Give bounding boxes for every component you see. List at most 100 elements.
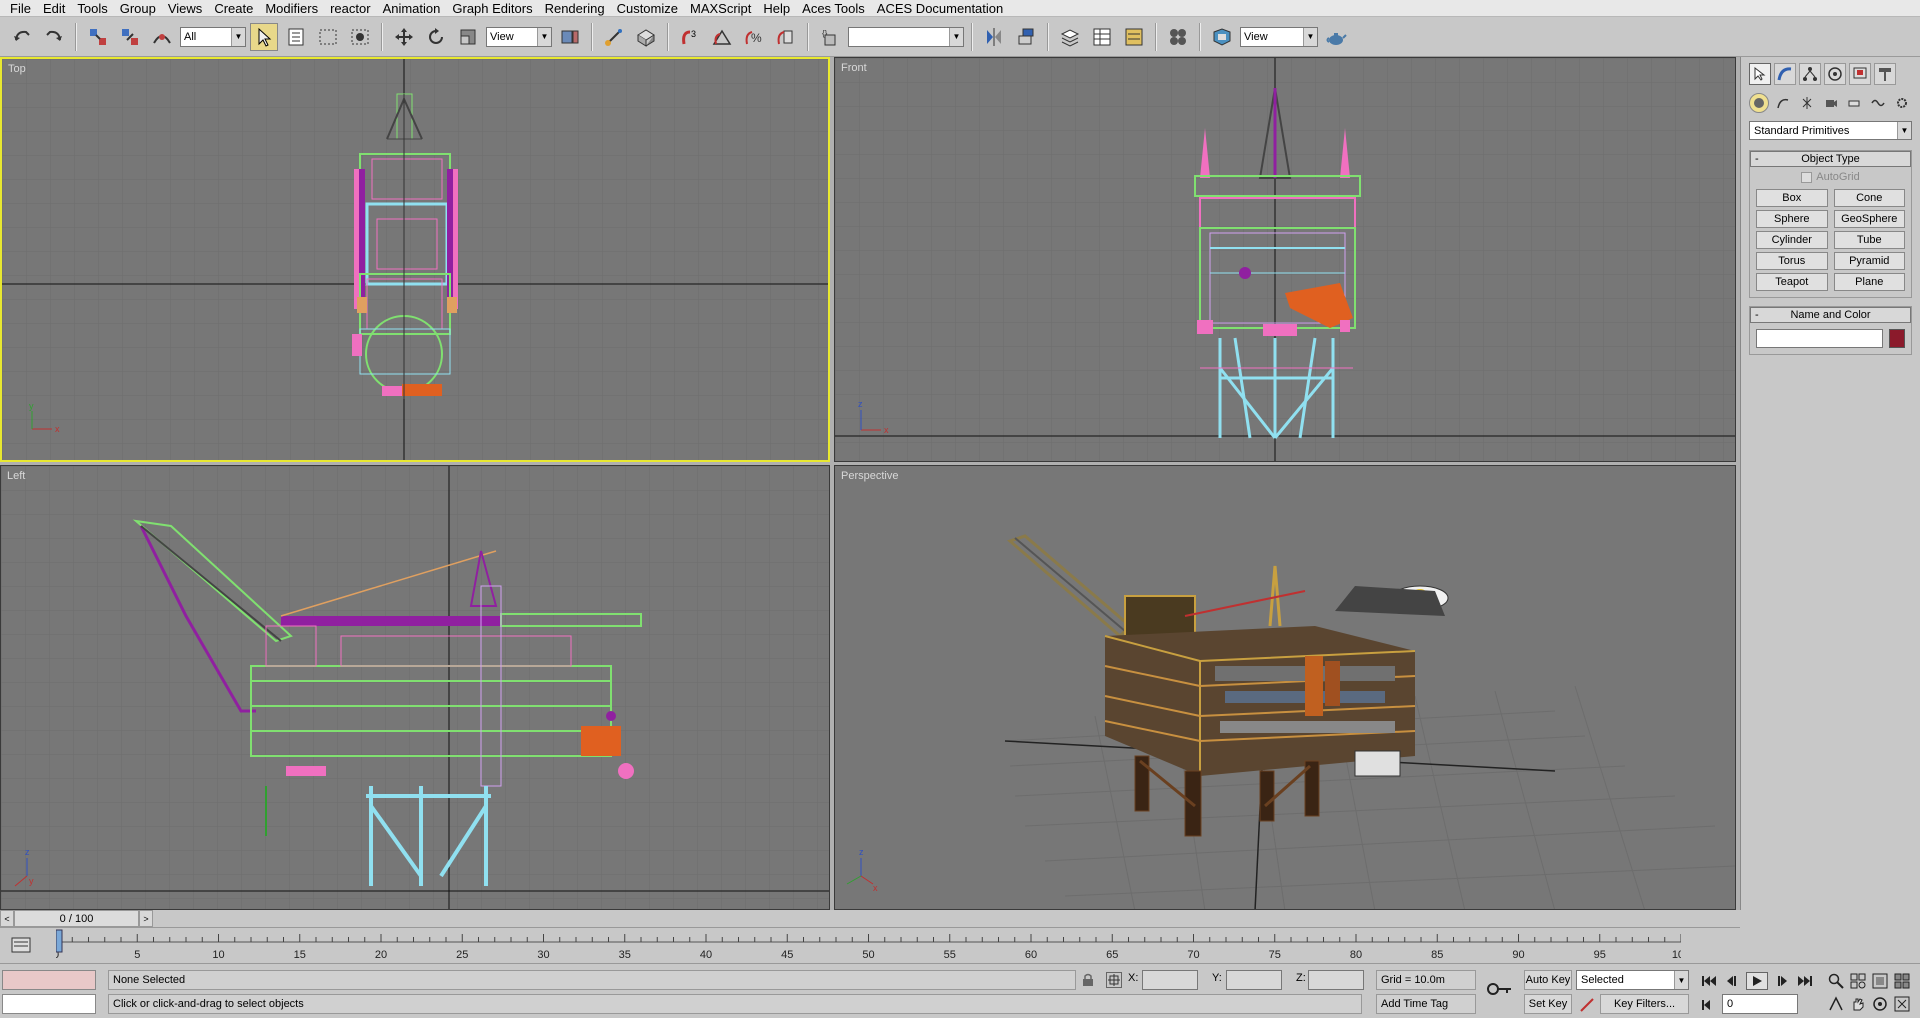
unlink-selection-button[interactable] (116, 23, 144, 51)
play-button[interactable] (1746, 972, 1768, 990)
menu-aces-documentation[interactable]: ACES Documentation (871, 0, 1009, 17)
select-by-name-button[interactable] (282, 23, 310, 51)
orbit-button[interactable] (1870, 994, 1890, 1014)
next-key-button[interactable] (1770, 972, 1792, 990)
next-frame-button[interactable]: > (139, 910, 153, 927)
maxscript-listener-field[interactable] (2, 970, 96, 990)
box-button[interactable]: Box (1756, 189, 1828, 207)
maximize-viewport-button[interactable] (1892, 994, 1912, 1014)
menu-help[interactable]: Help (757, 0, 796, 17)
geosphere-button[interactable]: GeoSphere (1833, 210, 1905, 228)
viewport-top[interactable]: Top x y (0, 57, 830, 462)
menu-file[interactable]: File (4, 0, 37, 17)
previous-frame-button[interactable]: < (0, 910, 14, 927)
mirror-button[interactable] (980, 23, 1008, 51)
menu-customize[interactable]: Customize (611, 0, 684, 17)
teapot-button[interactable]: Teapot (1756, 273, 1828, 291)
space-warps-button[interactable] (1868, 93, 1888, 113)
current-frame-field[interactable]: 0 (1722, 994, 1798, 1014)
default-in-out-tangents-button[interactable] (1578, 996, 1596, 1014)
edit-named-selection-button[interactable]: {} (816, 23, 844, 51)
layer-manager-button[interactable] (1056, 23, 1084, 51)
menu-tools[interactable]: Tools (71, 0, 113, 17)
shapes-button[interactable] (1773, 93, 1793, 113)
snaps-toggle-button[interactable]: 3 (676, 23, 704, 51)
rectangular-selection-button[interactable] (314, 23, 342, 51)
spinner-snap-button[interactable] (772, 23, 800, 51)
go-to-end-button[interactable] (1794, 972, 1816, 990)
previous-key-button[interactable] (1722, 972, 1744, 990)
x-coord-field[interactable] (1142, 970, 1198, 990)
keyboard-shortcut-override-button[interactable] (632, 23, 660, 51)
viewport-front[interactable]: Front x z (834, 57, 1736, 462)
track-bar[interactable]: 0510152025303540455055606570758085909510… (0, 927, 1740, 963)
pan-button[interactable] (1848, 994, 1868, 1014)
auto-key-button[interactable]: Auto Key (1524, 970, 1572, 990)
bind-to-space-warp-button[interactable] (148, 23, 176, 51)
named-selection-sets-dropdown[interactable]: ▼ (848, 26, 964, 47)
menu-graph-editors[interactable]: Graph Editors (446, 0, 538, 17)
key-mode-toggle[interactable] (1698, 996, 1720, 1014)
tab-display[interactable] (1849, 63, 1871, 85)
tube-button[interactable]: Tube (1833, 231, 1905, 249)
quick-render-button[interactable] (1322, 23, 1350, 51)
torus-button[interactable]: Torus (1756, 252, 1828, 270)
rotate-button[interactable] (422, 23, 450, 51)
menu-modifiers[interactable]: Modifiers (259, 0, 324, 17)
time-slider[interactable]: < 0 / 100 > (0, 910, 1740, 927)
lights-button[interactable] (1797, 93, 1817, 113)
percent-snap-button[interactable]: % (740, 23, 768, 51)
object-type-rollout-header[interactable]: - Object Type (1750, 151, 1911, 167)
zoom-all-button[interactable] (1848, 971, 1868, 991)
selection-lock-toggle[interactable] (1080, 972, 1096, 988)
viewport-perspective[interactable]: Perspective z x (834, 465, 1736, 910)
menu-group[interactable]: Group (114, 0, 162, 17)
align-button[interactable] (1012, 23, 1040, 51)
sphere-button[interactable]: Sphere (1756, 210, 1828, 228)
viewport-label[interactable]: Perspective (841, 470, 898, 482)
viewport-label[interactable]: Top (8, 63, 26, 75)
add-time-tag-button[interactable]: Add Time Tag (1376, 994, 1476, 1014)
tab-utilities[interactable] (1874, 63, 1896, 85)
primitive-category-dropdown[interactable]: Standard Primitives ▼ (1749, 121, 1912, 140)
pyramid-button[interactable]: Pyramid (1833, 252, 1905, 270)
viewport-label[interactable]: Front (841, 62, 867, 74)
cylinder-button[interactable]: Cylinder (1756, 231, 1828, 249)
go-to-start-button[interactable] (1698, 972, 1720, 990)
helpers-button[interactable] (1844, 93, 1864, 113)
current-frame-marker[interactable] (56, 929, 63, 953)
select-and-manipulate-button[interactable] (600, 23, 628, 51)
maxscript-input-field[interactable] (2, 994, 96, 1014)
move-button[interactable] (390, 23, 418, 51)
mini-curve-editor-button[interactable] (10, 934, 32, 956)
zoom-extents-all-button[interactable] (1892, 971, 1912, 991)
render-view-dropdown[interactable]: View ▼ (1240, 26, 1318, 47)
track-bar-ruler[interactable]: 0510152025303540455055606570758085909510… (56, 928, 1681, 964)
y-coord-field[interactable] (1226, 970, 1282, 990)
material-editor-button[interactable] (1164, 23, 1192, 51)
plane-button[interactable]: Plane (1833, 273, 1905, 291)
zoom-button[interactable] (1826, 971, 1846, 991)
name-and-color-rollout-header[interactable]: - Name and Color (1750, 307, 1911, 323)
angle-snap-button[interactable] (708, 23, 736, 51)
z-coord-field[interactable] (1308, 970, 1364, 990)
set-key-button[interactable]: Set Key (1524, 994, 1572, 1014)
menu-edit[interactable]: Edit (37, 0, 71, 17)
time-slider-thumb[interactable]: 0 / 100 (14, 910, 139, 927)
key-mode-dropdown[interactable]: Selected ▼ (1576, 970, 1689, 990)
select-and-link-button[interactable] (84, 23, 112, 51)
viewport-left[interactable]: Left z y (0, 465, 830, 910)
menu-create[interactable]: Create (208, 0, 259, 17)
reference-coordinate-dropdown[interactable]: View ▼ (486, 26, 552, 47)
key-filters-button[interactable]: Key Filters... (1600, 994, 1689, 1014)
object-name-field[interactable] (1756, 329, 1883, 348)
menu-maxscript[interactable]: MAXScript (684, 0, 757, 17)
curve-editor-button[interactable] (1088, 23, 1116, 51)
absolute-mode-toggle[interactable] (1106, 972, 1122, 988)
viewport-label[interactable]: Left (7, 470, 25, 482)
cone-button[interactable]: Cone (1833, 189, 1905, 207)
use-pivot-center-button[interactable] (556, 23, 584, 51)
redo-button[interactable] (40, 23, 68, 51)
render-scene-dialog-button[interactable] (1208, 23, 1236, 51)
field-of-view-button[interactable] (1826, 994, 1846, 1014)
